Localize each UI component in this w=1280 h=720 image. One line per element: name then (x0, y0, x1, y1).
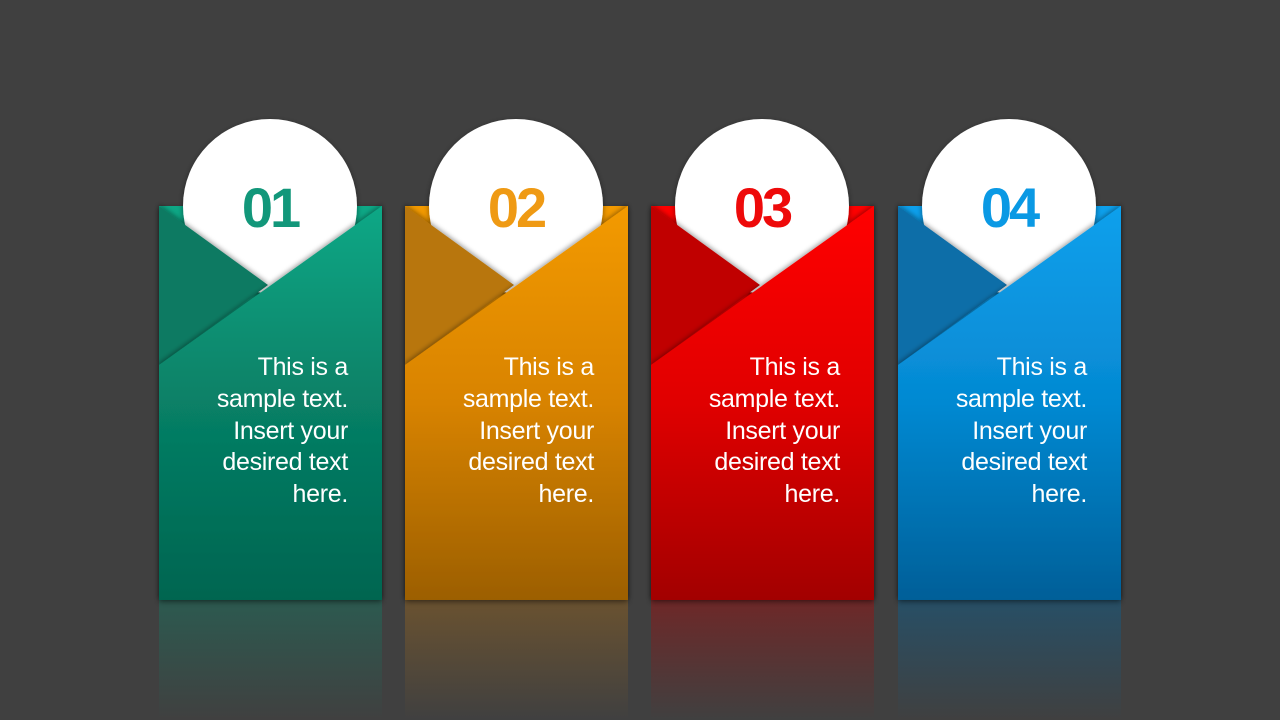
card-text-line: here. (1031, 480, 1088, 509)
card-text-4[interactable]: This is a sample text. Insert your desir… (897, 352, 1087, 511)
card-text-line: desired text (714, 448, 840, 477)
card-number-4: 04 (980, 176, 1040, 239)
card-text-line: sample text. (216, 384, 348, 413)
card-text-line: Insert your (479, 416, 594, 445)
card-text-line: This is a (503, 353, 595, 381)
card-reflection (159, 600, 382, 720)
infographic-slide: 01 02 03 04 This is a sample text. Inser… (0, 0, 1280, 720)
card-text-3[interactable]: This is a sample text. Insert your desir… (650, 352, 840, 511)
card-text-2[interactable]: This is a sample text. Insert your desir… (404, 352, 594, 511)
card-number-3: 03 (733, 176, 793, 239)
card-number-2: 02 (487, 176, 547, 239)
card-text-line: here. (538, 480, 595, 509)
card-text-line: sample text. (708, 384, 840, 413)
card-text-1[interactable]: This is a sample text. Insert your desir… (158, 352, 348, 511)
card-text-line: This is a (257, 353, 349, 381)
card-text-line: here. (784, 480, 841, 509)
card-text-line: Insert your (972, 416, 1087, 445)
card-text-line: sample text. (462, 384, 594, 413)
card-text-line: desired text (222, 448, 348, 477)
card-text-line: Insert your (233, 416, 348, 445)
card-text-line: here. (292, 480, 349, 509)
card-reflection (898, 600, 1121, 720)
card-reflection (405, 600, 628, 720)
card-text-line: desired text (468, 448, 594, 477)
card-text-line: This is a (996, 353, 1088, 381)
card-reflection (651, 600, 874, 720)
card-number-1: 01 (241, 176, 301, 239)
card-text-line: This is a (749, 353, 841, 381)
card-text-line: sample text. (955, 384, 1087, 413)
card-text-line: desired text (961, 448, 1087, 477)
card-text-line: Insert your (725, 416, 840, 445)
